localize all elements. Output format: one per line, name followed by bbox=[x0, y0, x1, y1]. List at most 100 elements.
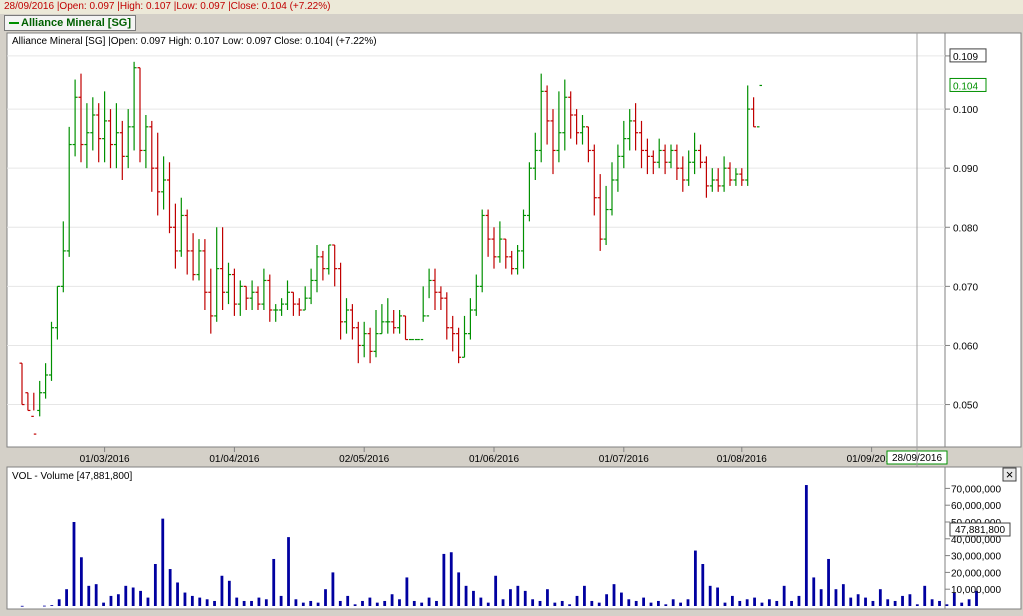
volume-bar bbox=[279, 595, 283, 606]
price-tick-label: 0.100 bbox=[953, 105, 978, 116]
chart-canvas[interactable]: Alliance Mineral [SG] |Open: 0.097 High:… bbox=[0, 0, 1023, 616]
x-tick-label: 01/04/2016 bbox=[209, 454, 259, 465]
volume-bar bbox=[716, 587, 719, 606]
x-tick-label: 01/06/2016 bbox=[469, 454, 519, 465]
volume-bar bbox=[235, 597, 239, 606]
x-tick-label: 01/07/2016 bbox=[599, 454, 649, 465]
volume-bar bbox=[856, 594, 860, 606]
price-tick-label: 0.060 bbox=[953, 341, 978, 352]
volume-bar bbox=[442, 553, 446, 606]
volume-bar bbox=[449, 552, 453, 606]
volume-bar bbox=[353, 604, 357, 606]
volume-bar bbox=[560, 600, 564, 606]
volume-bar bbox=[242, 600, 246, 606]
volume-bar bbox=[472, 590, 475, 606]
volume-bar bbox=[272, 558, 276, 606]
volume-bar bbox=[124, 585, 128, 606]
volume-bar bbox=[804, 485, 808, 606]
volume-bar bbox=[671, 599, 675, 606]
volume-bar bbox=[627, 599, 631, 606]
volume-bar bbox=[871, 600, 875, 606]
price-panel[interactable] bbox=[6, 32, 946, 448]
volume-bar bbox=[146, 597, 150, 606]
price-tick-label: 0.109 bbox=[953, 52, 978, 63]
volume-legend: VOL - Volume [47,881,800] bbox=[12, 471, 132, 482]
volume-bar bbox=[168, 569, 172, 606]
volume-bar bbox=[930, 599, 934, 606]
volume-bar bbox=[102, 602, 105, 606]
volume-tick-label: 20,000,000 bbox=[951, 568, 1001, 579]
volume-bar bbox=[841, 584, 845, 606]
volume-bar bbox=[612, 584, 616, 606]
volume-bar bbox=[509, 589, 512, 606]
x-tick-label: 02/05/2016 bbox=[339, 454, 389, 465]
volume-bar bbox=[294, 599, 298, 606]
volume-bar bbox=[642, 597, 646, 606]
volume-bar bbox=[575, 595, 579, 606]
volume-tick-label: 10,000,000 bbox=[951, 585, 1001, 596]
volume-bar bbox=[590, 600, 594, 606]
volume-bar bbox=[693, 550, 697, 606]
volume-bar bbox=[797, 595, 801, 606]
volume-bar bbox=[886, 599, 890, 606]
volume-bar bbox=[346, 595, 350, 606]
volume-bar bbox=[967, 599, 971, 606]
volume-bar bbox=[361, 600, 364, 606]
close-icon: × bbox=[1006, 467, 1014, 482]
volume-bar bbox=[523, 590, 527, 606]
volume-bar bbox=[72, 522, 76, 606]
volume-bar bbox=[213, 600, 216, 606]
volume-bar bbox=[198, 597, 202, 606]
volume-bar bbox=[316, 602, 320, 606]
volume-bar bbox=[738, 600, 742, 606]
volume-bar bbox=[878, 589, 882, 606]
volume-bar bbox=[398, 599, 401, 606]
volume-bar bbox=[767, 599, 771, 606]
volume-bar bbox=[87, 585, 91, 606]
x-tick-label: 01/08/2016 bbox=[717, 454, 767, 465]
volume-bar bbox=[139, 590, 142, 606]
volume-bar bbox=[915, 604, 919, 606]
volume-bar bbox=[538, 600, 542, 606]
volume-bar bbox=[849, 597, 853, 606]
volume-tick-label: 60,000,000 bbox=[951, 501, 1001, 512]
price-tick-label: 0.090 bbox=[953, 164, 978, 175]
volume-bar bbox=[701, 564, 705, 606]
last-price-label: 0.104 bbox=[953, 81, 978, 92]
volume-bar bbox=[338, 600, 342, 606]
price-axis[interactable] bbox=[944, 32, 1022, 448]
volume-bar bbox=[190, 595, 194, 606]
volume-bar bbox=[775, 600, 779, 606]
volume-bar bbox=[686, 599, 690, 606]
volume-bar bbox=[427, 597, 431, 606]
volume-bar bbox=[760, 602, 764, 606]
volume-bar bbox=[516, 585, 520, 606]
volume-bar bbox=[65, 589, 68, 606]
price-tick-label: 0.080 bbox=[953, 223, 978, 234]
volume-bar bbox=[227, 580, 231, 606]
price-tick-label: 0.070 bbox=[953, 282, 978, 293]
volume-bar bbox=[42, 605, 46, 607]
volume-bar bbox=[324, 589, 327, 606]
volume-bar bbox=[131, 587, 135, 606]
volume-bar bbox=[50, 605, 54, 606]
volume-bar bbox=[494, 575, 498, 606]
volume-bar bbox=[649, 602, 653, 606]
volume-bar bbox=[546, 589, 549, 606]
volume-bar bbox=[945, 604, 949, 606]
chart-legend: Alliance Mineral [SG] |Open: 0.097 High:… bbox=[12, 36, 377, 47]
volume-close-button[interactable]: × bbox=[1002, 467, 1017, 482]
volume-tick-label: 30,000,000 bbox=[951, 552, 1001, 563]
volume-bar bbox=[435, 600, 438, 606]
volume-bar bbox=[893, 600, 897, 606]
volume-bar bbox=[553, 602, 557, 606]
volume-panel[interactable] bbox=[6, 466, 946, 610]
volume-bar bbox=[730, 595, 734, 606]
volume-bar bbox=[723, 602, 727, 606]
volume-bar bbox=[264, 599, 268, 606]
volume-bar bbox=[116, 594, 120, 606]
volume-bar bbox=[782, 585, 786, 606]
volume-bar bbox=[679, 602, 682, 606]
volume-bar bbox=[819, 589, 823, 606]
volume-bar bbox=[812, 577, 816, 606]
